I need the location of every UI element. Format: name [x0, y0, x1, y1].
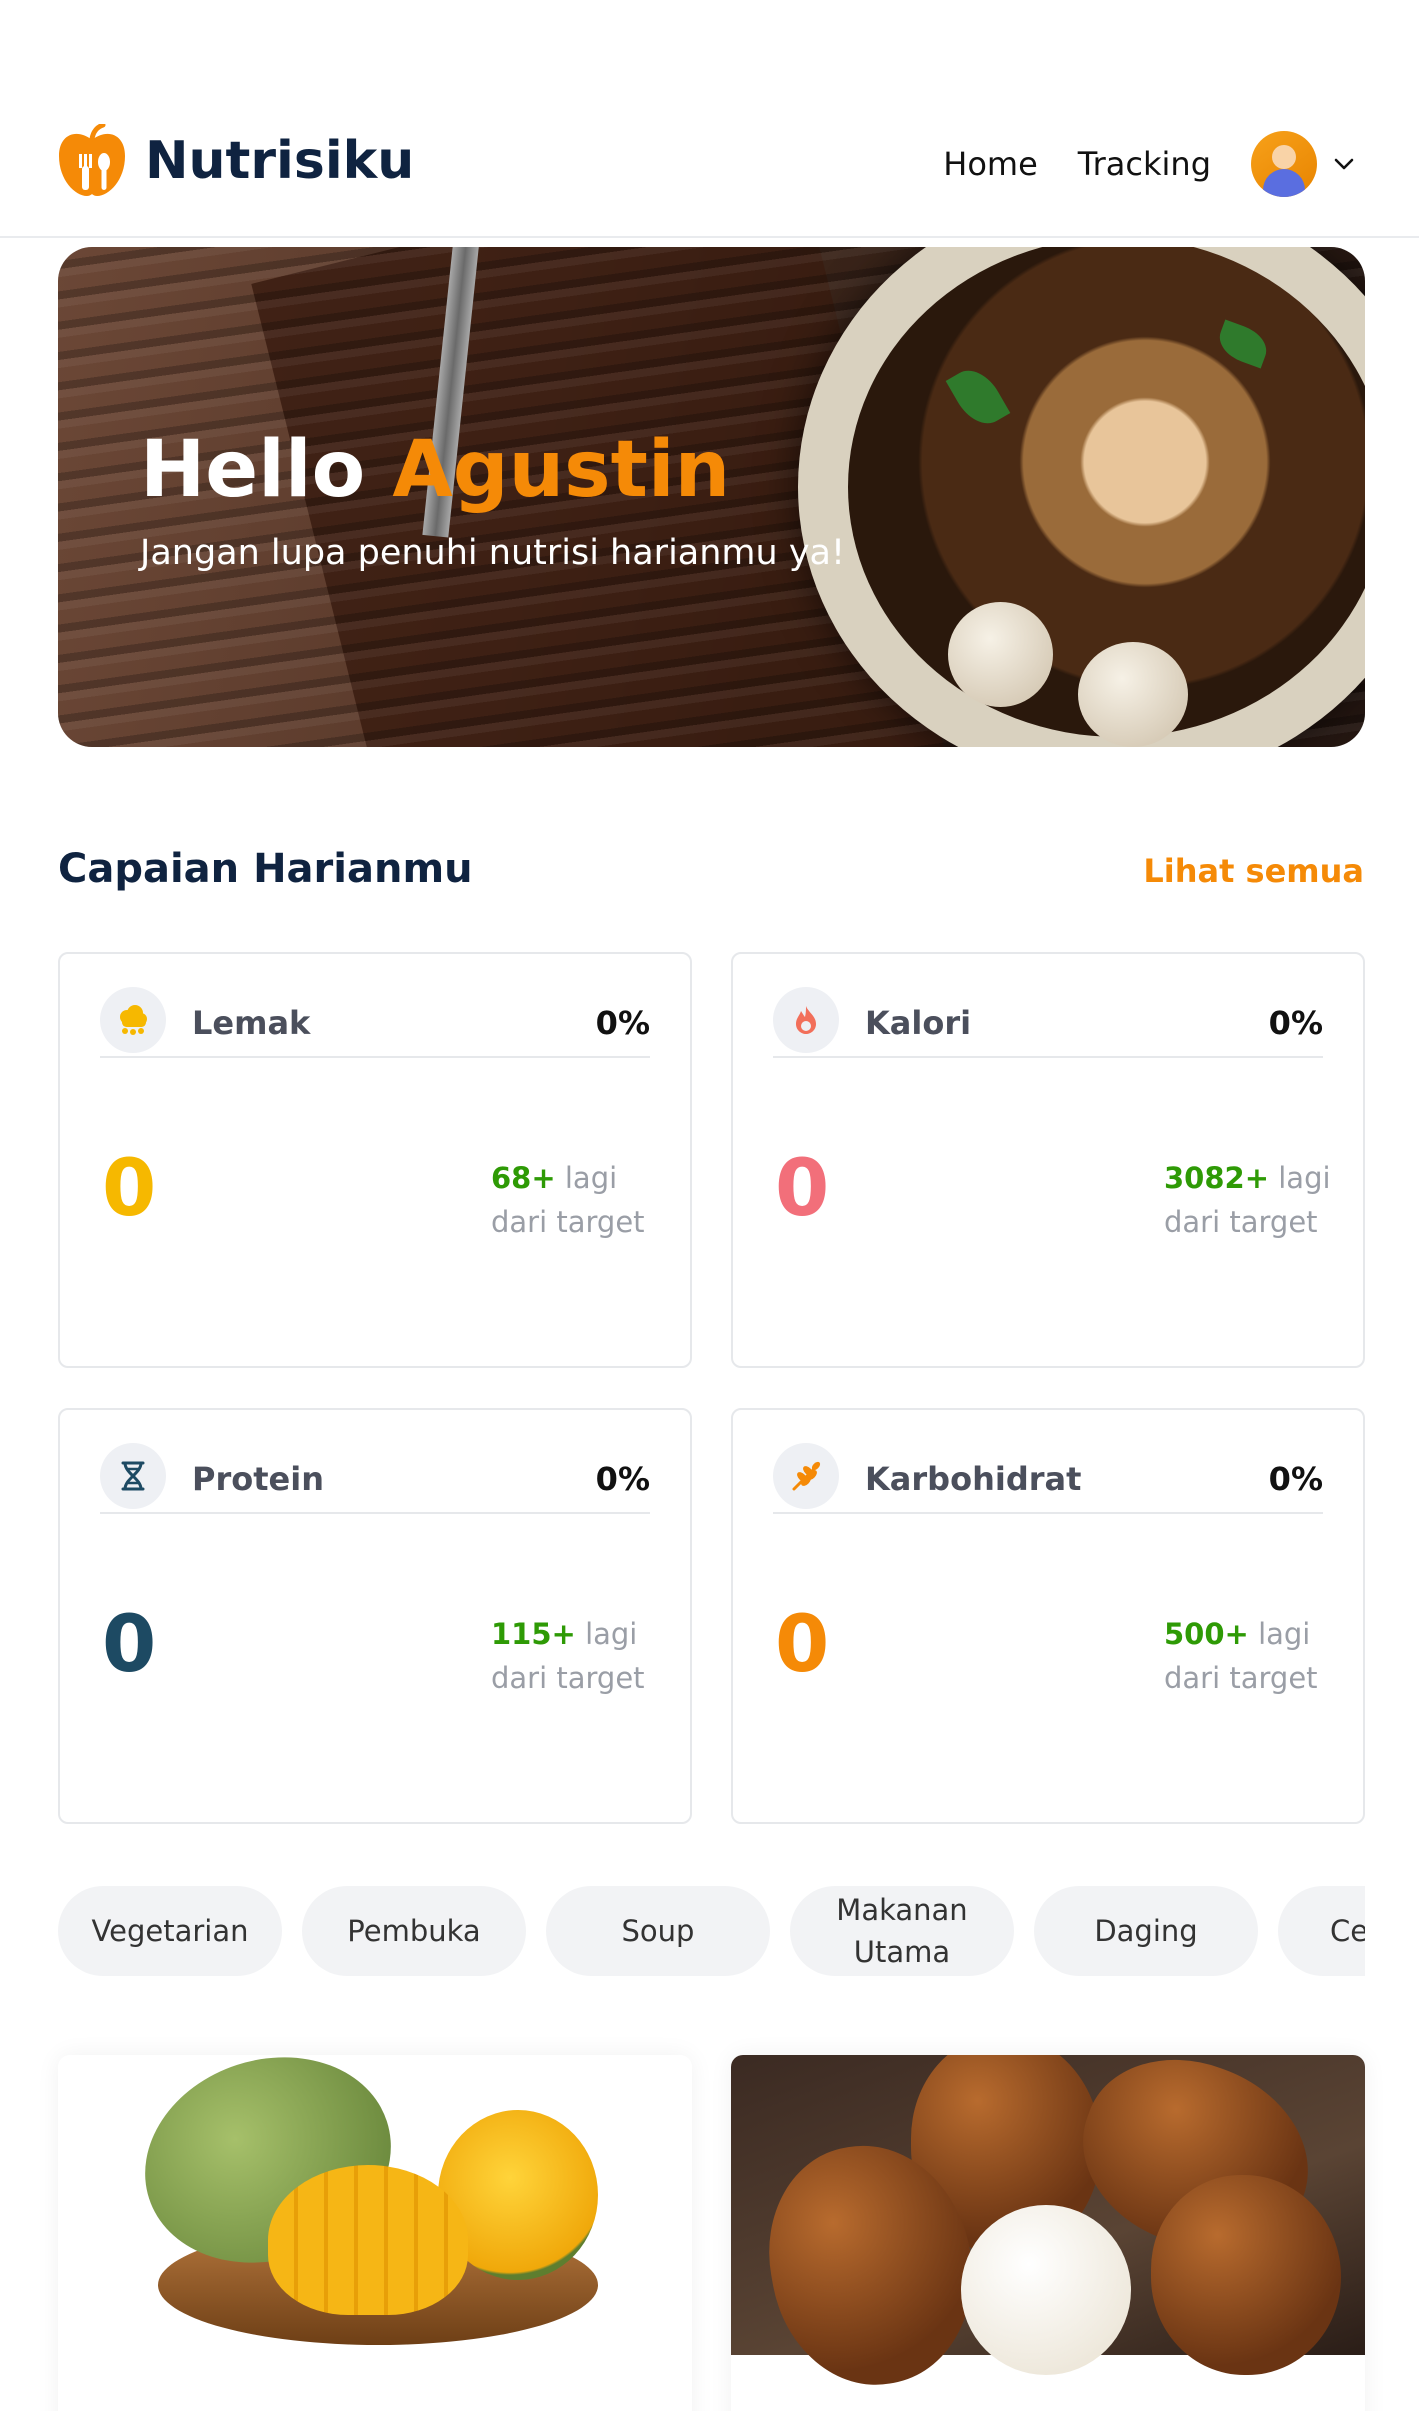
stat-card-kalori[interactable]: Kalori 0% 0 3082+ lagi dari target	[731, 952, 1365, 1368]
main-nav: Home Tracking	[943, 128, 1357, 200]
hero-banner: Hello Agustin Jangan lupa penuhi nutrisi…	[58, 247, 1365, 747]
stat-remaining: 115+ lagi dari target	[491, 1612, 645, 1700]
brand-logo[interactable]: Nutrisiku	[57, 122, 414, 200]
stat-label: Kalori	[865, 1004, 972, 1042]
dna-icon	[100, 1443, 166, 1509]
top-navbar: Nutrisiku Home Tracking	[0, 0, 1419, 238]
category-chip-soup[interactable]: Soup	[546, 1886, 770, 1976]
stat-remaining-amount: 500+	[1164, 1617, 1249, 1651]
category-chip-vegetarian[interactable]: Vegetarian	[58, 1886, 282, 1976]
stat-remaining-amount: 115+	[491, 1617, 576, 1651]
category-chips: Vegetarian Pembuka Soup Makanan Utama Da…	[58, 1886, 1365, 1976]
stat-card-header: Protein 0%	[100, 1443, 650, 1514]
stat-remaining-suffix: lagi	[564, 1161, 618, 1195]
food-card-salak[interactable]	[731, 2055, 1365, 2411]
category-chip-partial[interactable]: Ce	[1278, 1886, 1365, 1976]
nav-home[interactable]: Home	[943, 145, 1038, 183]
stat-remaining-suffix: lagi	[1258, 1617, 1311, 1651]
category-chip-makanan-utama[interactable]: Makanan Utama	[790, 1886, 1014, 1976]
hero-meatball	[948, 602, 1053, 707]
stat-remaining-amount: 68+	[491, 1161, 556, 1195]
stat-percent: 0%	[595, 1460, 650, 1498]
food-card-mango[interactable]	[58, 2055, 692, 2411]
food-salak-flesh	[961, 2205, 1131, 2375]
stat-value: 0	[775, 1600, 830, 1690]
stat-remaining-suffix: lagi	[585, 1617, 638, 1651]
apple-fork-spoon-icon	[59, 124, 125, 196]
stat-card-lemak[interactable]: Lemak 0% 0 68+ lagi dari target	[58, 952, 692, 1368]
category-chip-pembuka[interactable]: Pembuka	[302, 1886, 526, 1976]
stat-value: 0	[775, 1144, 830, 1234]
stat-remaining: 68+ lagi dari target	[491, 1156, 645, 1244]
food-image	[58, 2055, 692, 2355]
stat-card-header: Karbohidrat 0%	[773, 1443, 1323, 1514]
section-title: Capaian Harianmu	[58, 846, 473, 892]
stat-label: Lemak	[192, 1004, 311, 1042]
stat-remaining: 500+ lagi dari target	[1164, 1612, 1318, 1700]
hero-greeting: Hello Agustin	[140, 425, 730, 515]
fat-icon	[100, 987, 166, 1053]
stat-remaining-amount: 3082+	[1164, 1161, 1270, 1195]
stat-label: Protein	[192, 1460, 324, 1498]
stat-remaining: 3082+ lagi dari target	[1164, 1156, 1331, 1244]
stat-percent: 0%	[1268, 1460, 1323, 1498]
stat-remaining-target: dari target	[491, 1205, 645, 1239]
stat-label: Karbohidrat	[865, 1460, 1082, 1498]
nav-tracking[interactable]: Tracking	[1078, 145, 1211, 183]
hero-user-name: Agustin	[392, 425, 731, 515]
flame-icon	[773, 987, 839, 1053]
avatar-head	[1272, 145, 1296, 169]
category-chip-daging[interactable]: Daging	[1034, 1886, 1258, 1976]
food-image	[731, 2055, 1365, 2401]
stat-card-protein[interactable]: Protein 0% 0 115+ lagi dari target	[58, 1408, 692, 1824]
chevron-down-icon[interactable]	[1331, 151, 1357, 177]
stat-value: 0	[102, 1144, 157, 1234]
stat-card-karbohidrat[interactable]: Karbohidrat 0% 0 500+ lagi dari target	[731, 1408, 1365, 1824]
stat-percent: 0%	[1268, 1004, 1323, 1042]
stat-remaining-target: dari target	[1164, 1661, 1318, 1695]
see-all-link[interactable]: Lihat semua	[1143, 852, 1364, 890]
brand-name: Nutrisiku	[145, 131, 415, 191]
stat-remaining-suffix: lagi	[1278, 1161, 1331, 1195]
stat-remaining-target: dari target	[491, 1661, 645, 1695]
stat-value: 0	[102, 1600, 157, 1690]
hero-greeting-word: Hello	[140, 425, 366, 515]
food-salak	[1151, 2175, 1341, 2375]
food-mango-cubed	[268, 2165, 468, 2315]
stat-remaining-target: dari target	[1164, 1205, 1318, 1239]
stat-card-header: Kalori 0%	[773, 987, 1323, 1058]
hero-meatball	[1078, 642, 1188, 747]
stat-card-header: Lemak 0%	[100, 987, 650, 1058]
wheat-icon	[773, 1443, 839, 1509]
stat-percent: 0%	[595, 1004, 650, 1042]
avatar-body	[1263, 169, 1305, 197]
user-avatar[interactable]	[1251, 131, 1317, 197]
hero-subtitle: Jangan lupa penuhi nutrisi harianmu ya!	[140, 533, 846, 573]
